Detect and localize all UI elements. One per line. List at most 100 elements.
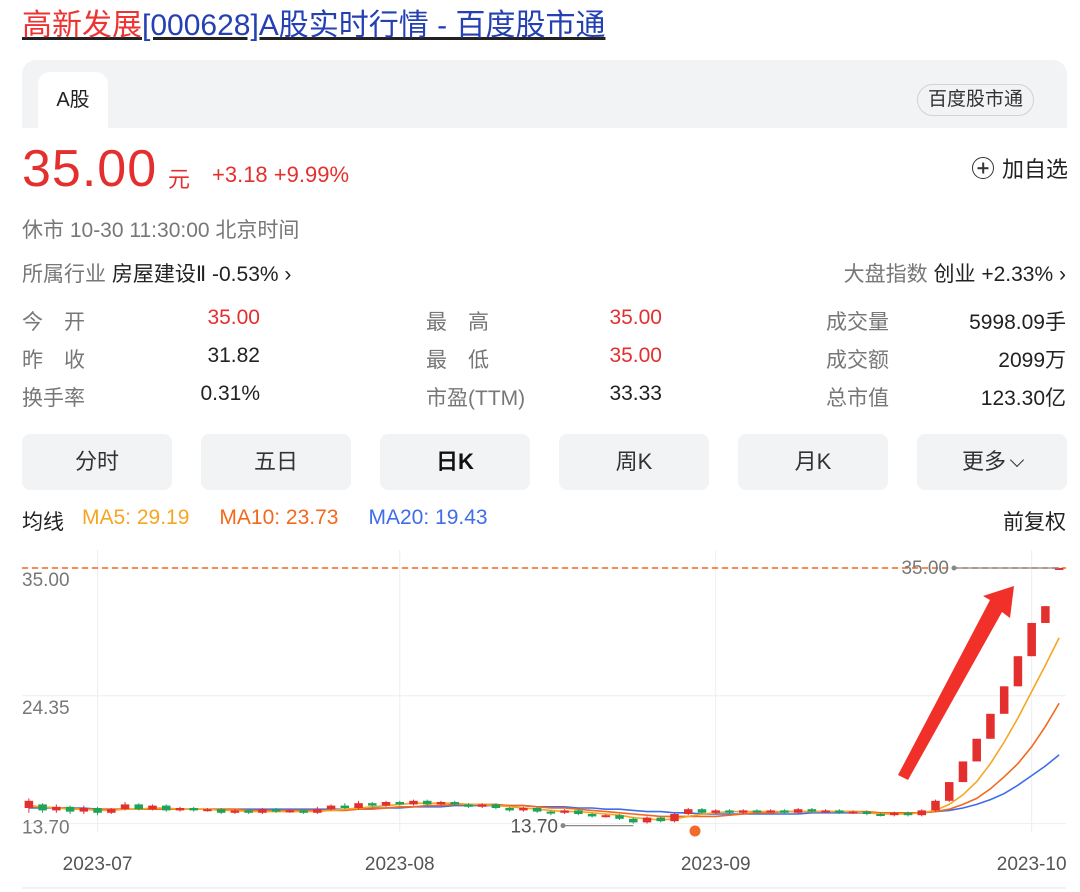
industry-label: 所属行业: [22, 263, 106, 286]
brand-button[interactable]: 百度股市通: [916, 84, 1034, 116]
candle-body: [999, 686, 1009, 714]
candle-body: [464, 804, 473, 807]
candle-body: [203, 809, 212, 812]
candle-body: [505, 808, 514, 811]
candle-body: [917, 810, 927, 816]
tab-daily-k[interactable]: 日K: [380, 434, 530, 490]
tab-weekly-k[interactable]: 周K: [559, 434, 709, 490]
stat-prev: 31.82: [207, 344, 260, 367]
stat-amount: 2099万: [998, 349, 1066, 372]
tab-monthly-k[interactable]: 月K: [738, 434, 888, 490]
index-link[interactable]: 大盘指数 创业 +2.33% ›: [844, 258, 1066, 288]
add-watchlist-button[interactable]: 加自选: [971, 152, 1068, 184]
candle-body: [725, 810, 734, 813]
candle-body: [835, 810, 844, 813]
y-tick-label: 35.00: [22, 570, 70, 591]
signal-dot: [689, 825, 701, 837]
more-label: 更多: [961, 449, 1006, 474]
plus-circle-icon: [971, 157, 994, 179]
candle-body: [574, 810, 583, 814]
candle-body: [944, 782, 954, 801]
stat-mktcap: 123.30亿: [980, 387, 1066, 410]
industry-value[interactable]: 房屋建设Ⅱ -0.53% ›: [112, 263, 292, 286]
tab-a-share[interactable]: A股: [38, 72, 108, 128]
candle-body: [24, 800, 34, 808]
candle-body: [175, 808, 185, 811]
candle-body: [642, 817, 652, 823]
tab-five-day[interactable]: 五日: [201, 434, 351, 490]
candle-body: [354, 803, 363, 808]
candle-body: [368, 803, 377, 806]
candle-body: [1041, 606, 1050, 623]
candle-body: [862, 811, 872, 814]
stat-prev-label: 昨 收: [22, 349, 85, 372]
candle-body: [450, 802, 459, 805]
kline-chart[interactable]: 2023-07 2023-08 2023-09 2023-10 35.00 24.35 13…: [0, 540, 1080, 892]
candle-body: [848, 811, 858, 814]
stat-open-label: 今 开: [22, 311, 85, 334]
stat-open: 35.00: [207, 306, 260, 329]
title-link[interactable]: 高新发展[000628]A股实时行情 - 百度股市通: [22, 9, 605, 42]
current-price: 35.00: [22, 140, 158, 198]
stat-amount-label: 成交额: [826, 349, 889, 372]
stat-turnover: 0.31%: [200, 382, 260, 405]
page-title[interactable]: 高新发展[000628]A股实时行情 - 百度股市通: [22, 6, 605, 46]
candle-body: [670, 814, 679, 822]
candle-body: [285, 810, 295, 813]
x-tick-label: 2023-07: [63, 854, 133, 875]
candle-body: [532, 808, 542, 812]
stat-mktcap-label: 总市值: [826, 387, 889, 410]
candle-body: [409, 800, 418, 805]
candle-body: [711, 810, 720, 813]
candle-body: [340, 805, 350, 808]
stat-turnover-label: 换手率: [22, 387, 85, 410]
tab-more[interactable]: 更多: [917, 434, 1067, 490]
add-watchlist-label: 加自选: [1001, 157, 1068, 182]
candle-body: [629, 818, 638, 823]
period-tabs: 分时 五日 日K 周K 月K 更多: [22, 434, 1067, 490]
title-rest[interactable]: [000628]A股实时行情 - 百度股市通: [142, 9, 605, 42]
candle-body: [780, 810, 789, 813]
x-tick-label: 2023-09: [681, 854, 751, 875]
candle-body: [1013, 656, 1023, 687]
ma10-line: [28, 702, 1060, 818]
stat-low: 35.00: [609, 344, 662, 367]
stat-pe: 33.33: [609, 382, 662, 405]
market-status: 休市 10-30 11:30:00 北京时间: [22, 219, 300, 242]
ma5-line: [28, 637, 1060, 821]
candle-body: [436, 802, 446, 805]
candle-body: [244, 810, 253, 813]
min-marker-dot: [560, 823, 566, 829]
price-change: +3.18 +9.99%: [212, 162, 350, 187]
candle-body: [491, 804, 501, 808]
candle-body: [107, 809, 116, 813]
candle-body: [546, 811, 556, 814]
y-tick-label: 13.70: [22, 818, 70, 839]
candle-body: [120, 804, 130, 810]
candle-body: [271, 809, 281, 812]
ma20-value: MA20: 19.43: [368, 506, 488, 529]
stock-name-highlight[interactable]: 高新发展: [22, 9, 142, 42]
candle-body: [519, 808, 528, 811]
tab-intraday[interactable]: 分时: [22, 434, 172, 490]
index-value[interactable]: 创业 +2.33% ›: [934, 263, 1066, 286]
adjust-mode-button[interactable]: 前复权: [1003, 506, 1066, 536]
ma-label: 均线: [22, 511, 64, 534]
candle-body: [587, 814, 597, 817]
stat-low-label: 最 低: [426, 349, 489, 372]
candle-body: [148, 805, 157, 810]
candle-body: [161, 805, 171, 811]
candle-body: [656, 817, 666, 822]
candle-body: [230, 810, 240, 813]
candle-body: [560, 810, 569, 813]
ma10-value: MA10: 23.73: [219, 506, 339, 529]
max-marker-dot: [951, 565, 957, 571]
industry-link[interactable]: 所属行业 房屋建设Ⅱ -0.53% ›: [22, 258, 291, 288]
x-tick-label: 2023-08: [365, 854, 435, 875]
candle-body: [422, 800, 432, 805]
index-label: 大盘指数: [843, 263, 928, 286]
candle-body: [958, 761, 968, 783]
candle-body: [1027, 622, 1036, 657]
candle-body: [189, 808, 198, 811]
candle-body: [876, 814, 885, 816]
